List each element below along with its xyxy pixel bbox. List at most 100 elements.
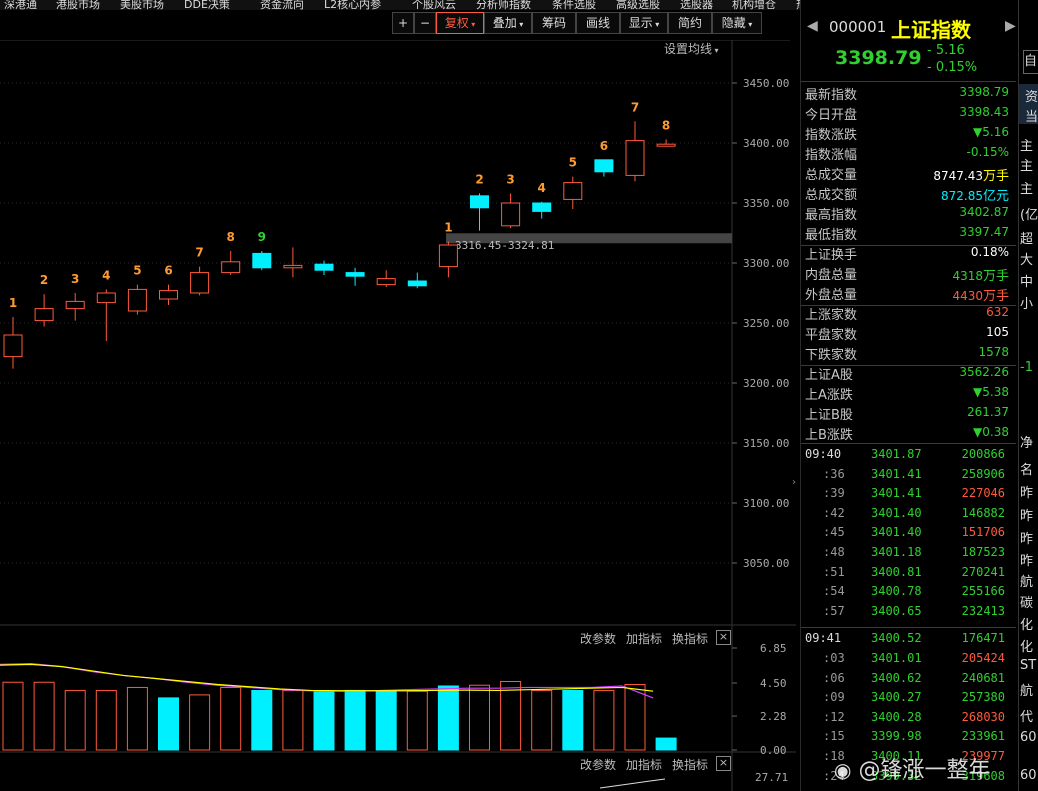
kline-chart[interactable]: 3450.003400.003350.003300.003250.003200.… <box>0 40 796 791</box>
indicator-bar <box>282 689 304 751</box>
far-right-label: 碳 <box>1020 596 1034 611</box>
chouma-button[interactable]: 筹码 <box>532 12 576 34</box>
candle-body <box>532 202 552 212</box>
candle-body <box>283 264 303 269</box>
candle-count-label: 9 <box>258 230 266 244</box>
far-right-label: 航 <box>1020 684 1034 699</box>
quote-value: 3562.26 <box>959 365 1009 379</box>
prev-stock-icon[interactable]: ◀ <box>807 18 818 34</box>
top-menu-item[interactable]: 高级选股 <box>616 0 660 10</box>
far-right-label: 昨 <box>1020 486 1034 501</box>
indicator-bar <box>344 689 366 751</box>
candle-count-label: 4 <box>538 181 546 195</box>
tick-time: :51 <box>823 564 845 579</box>
top-menu-item[interactable]: 机构增仓 <box>732 0 776 10</box>
watermark-text: @锋涨一整年 <box>858 758 991 783</box>
candle-count-label: 6 <box>600 139 608 153</box>
tick-volume: 258906 <box>961 466 1005 481</box>
indicator2-line <box>599 778 666 789</box>
close-icon[interactable]: × <box>716 756 731 771</box>
yincang-dropdown[interactable]: 隐藏 ▾ <box>712 12 762 34</box>
tick-price: 3401.01 <box>871 651 922 665</box>
far-right-label: 名 <box>1020 463 1034 478</box>
candle-body <box>252 252 272 269</box>
quote-value-number: 3562.26 <box>959 365 1009 379</box>
tick-volume: 200866 <box>961 447 1005 461</box>
quote-label: 上证A股 <box>805 368 853 383</box>
splitter-arrow-icon[interactable]: › <box>792 470 798 496</box>
quote-value-number: ▼5.38 <box>973 385 1009 399</box>
huan-zhibiao-button-2[interactable]: 换指标 <box>672 756 708 773</box>
top-menu-item[interactable]: DDE决策 <box>184 0 230 10</box>
quote-value: 4318万手 <box>952 265 1009 284</box>
quote-label: 总成交量 <box>805 168 858 183</box>
diejia-label: 叠加 <box>492 16 517 30</box>
candle-body <box>376 278 396 286</box>
quote-value: 261.37 <box>967 405 1009 419</box>
tab-zi[interactable]: 资 <box>1025 86 1038 105</box>
far-right-label: 60 <box>1020 768 1037 783</box>
fuquan-dropdown[interactable]: 复权 ▾ <box>436 12 484 34</box>
huan-zhibiao-button-1[interactable]: 换指标 <box>672 630 708 647</box>
huaxian-button[interactable]: 画线 <box>576 12 620 34</box>
stock-code: 000001 <box>829 18 887 36</box>
caret-down-icon: ▾ <box>745 20 753 29</box>
candle-count-label: 3 <box>506 172 514 186</box>
quote-value-number: 0.18% <box>970 245 1009 259</box>
quote-label: 最低指数 <box>805 228 858 243</box>
tick-time: :48 <box>823 545 845 559</box>
far-right-label: 化 <box>1020 640 1034 655</box>
xianshi-dropdown[interactable]: 显示 ▾ <box>620 12 668 34</box>
far-right-label: 60 <box>1020 730 1037 745</box>
top-menu-item[interactable]: 港股市场 <box>56 0 100 10</box>
candle-count-label: 7 <box>631 100 639 114</box>
indicator-bar <box>406 690 428 751</box>
zoom-in-button[interactable]: + <box>392 12 414 34</box>
indicator-bar <box>189 694 211 751</box>
indicator-bar <box>64 689 86 751</box>
candle-body <box>314 263 334 271</box>
weibo-icon: ◉ <box>834 758 852 782</box>
diejia-dropdown[interactable]: 叠加 ▾ <box>484 12 532 34</box>
caret-down-icon: ▾ <box>516 20 524 29</box>
jia-zhibiao-button-2[interactable]: 加指标 <box>626 756 662 773</box>
top-menu-item[interactable]: 分析师指数 <box>476 0 531 10</box>
quote-label: 指数涨跌 <box>805 128 858 143</box>
top-menu-item[interactable]: 资金流向 <box>260 0 304 10</box>
quote-value-unit: 亿元 <box>982 189 1009 204</box>
next-stock-icon[interactable]: ▶ <box>1005 18 1016 34</box>
jia-zhibiao-button-1[interactable]: 加指标 <box>626 630 662 647</box>
zi-button[interactable]: 自 <box>1023 50 1038 74</box>
quote-label: 上证B股 <box>805 408 853 423</box>
candle-count-label: 6 <box>164 264 172 278</box>
quote-value: ▼0.38 <box>973 425 1009 439</box>
tick-time: :03 <box>823 651 845 665</box>
close-icon[interactable]: × <box>716 630 731 645</box>
top-menu-item[interactable]: 条件选股 <box>552 0 596 10</box>
quote-label: 上涨家数 <box>805 308 858 323</box>
tick-volume: 146882 <box>961 505 1005 520</box>
top-menu-bar: 深港通 港股市场 美股市场 DDE决策 资金流向 L2核心内参 个股风云 分析师指数 条件选股 高… <box>0 0 800 10</box>
quote-value-number: 8747.43 <box>933 169 983 183</box>
top-menu-item[interactable]: 美股市场 <box>120 0 164 10</box>
far-right-label: (亿 <box>1020 208 1038 223</box>
top-menu-item[interactable]: 深港通 <box>4 0 37 10</box>
top-menu-item[interactable]: 选股器 <box>680 0 713 10</box>
top-menu-item[interactable]: L2核心内参 <box>324 0 381 10</box>
indicator-bar <box>220 686 242 751</box>
gai-canshu-button-2[interactable]: 改参数 <box>580 756 616 773</box>
candle-body <box>407 280 427 287</box>
quote-value: 3402.87 <box>959 205 1009 219</box>
gai-canshu-button-1[interactable]: 改参数 <box>580 630 616 647</box>
quote-value: 3397.47 <box>959 225 1009 239</box>
caret-down-icon: ▾ <box>468 20 476 29</box>
ind-y-tick-label: 2.28 <box>760 710 787 723</box>
zoom-out-button[interactable]: − <box>414 12 436 34</box>
candle-body <box>625 140 645 176</box>
top-menu-item[interactable]: 个股风云 <box>412 0 456 10</box>
tab-dang[interactable]: 当 <box>1025 106 1038 125</box>
candle-body <box>656 143 676 147</box>
jianyue-button[interactable]: 简约 <box>668 12 712 34</box>
tick-volume: 257380 <box>961 690 1005 705</box>
far-right-label: 大 <box>1020 253 1034 268</box>
